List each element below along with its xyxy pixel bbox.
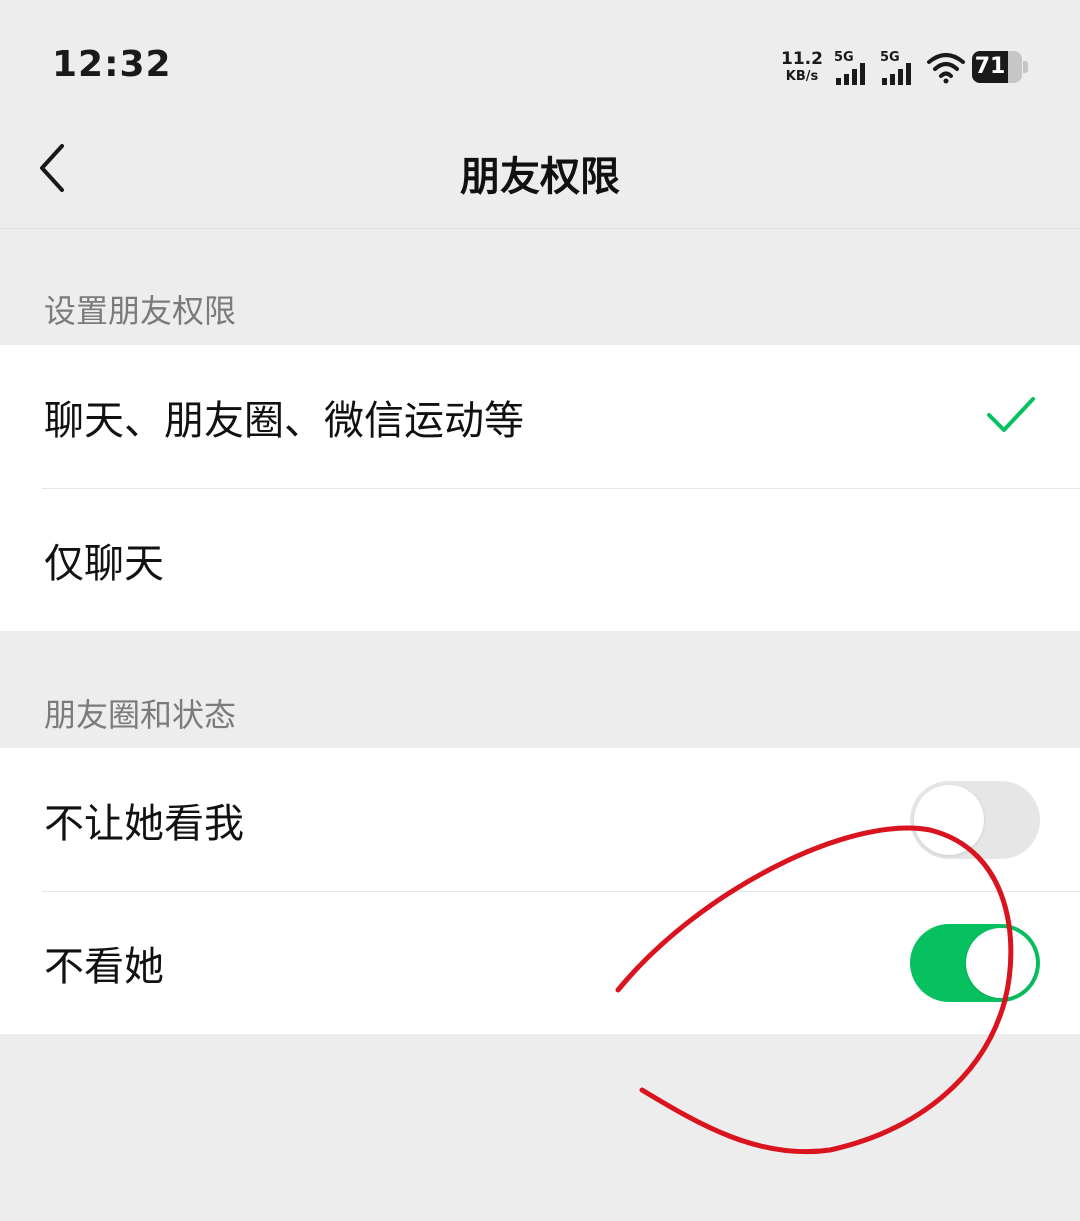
- toggle-label: 不让她看我: [44, 800, 244, 847]
- toggle-label: 不看她: [44, 943, 164, 990]
- status-time: 12:32: [52, 44, 172, 85]
- section-header-moments: 朋友圈和状态: [44, 696, 237, 734]
- permission-option-all[interactable]: 聊天、朋友圈、微信运动等: [0, 345, 1080, 488]
- switch-knob: [914, 784, 984, 855]
- battery-icon: 71: [972, 51, 1028, 83]
- network-speed-value: 11.2: [781, 49, 823, 69]
- toggle-row-hide-her-posts: 不看她: [0, 891, 1080, 1034]
- switch-knob: [966, 927, 1036, 998]
- permission-options-group: 聊天、朋友圈、微信运动等 仅聊天: [0, 345, 1080, 631]
- battery-level: 71: [974, 54, 1006, 79]
- signal-2-icon: 5G: [880, 50, 920, 86]
- permission-option-label: 仅聊天: [44, 540, 164, 587]
- status-bar: 12:32 11.2 KB/s 5G 5G 71: [0, 0, 1080, 120]
- hide-her-posts-switch[interactable]: [910, 923, 1040, 1002]
- wifi-icon: [926, 50, 966, 88]
- checkmark-icon: [986, 395, 1036, 439]
- permission-option-label: 聊天、朋友圈、微信运动等: [44, 397, 524, 444]
- hide-my-posts-switch[interactable]: [910, 780, 1040, 859]
- moments-toggles-group: 不让她看我 不看她: [0, 748, 1080, 1034]
- signal-1-icon: 5G: [834, 50, 874, 86]
- toggle-row-hide-my-posts: 不让她看我: [0, 748, 1080, 891]
- nav-bar: 朋友权限: [0, 120, 1080, 229]
- permission-option-chat-only[interactable]: 仅聊天: [0, 488, 1080, 631]
- page-title: 朋友权限: [460, 154, 620, 200]
- network-speed-unit: KB/s: [785, 69, 819, 84]
- section-header-permission: 设置朋友权限: [44, 292, 237, 330]
- network-speed: 11.2 KB/s: [780, 50, 824, 86]
